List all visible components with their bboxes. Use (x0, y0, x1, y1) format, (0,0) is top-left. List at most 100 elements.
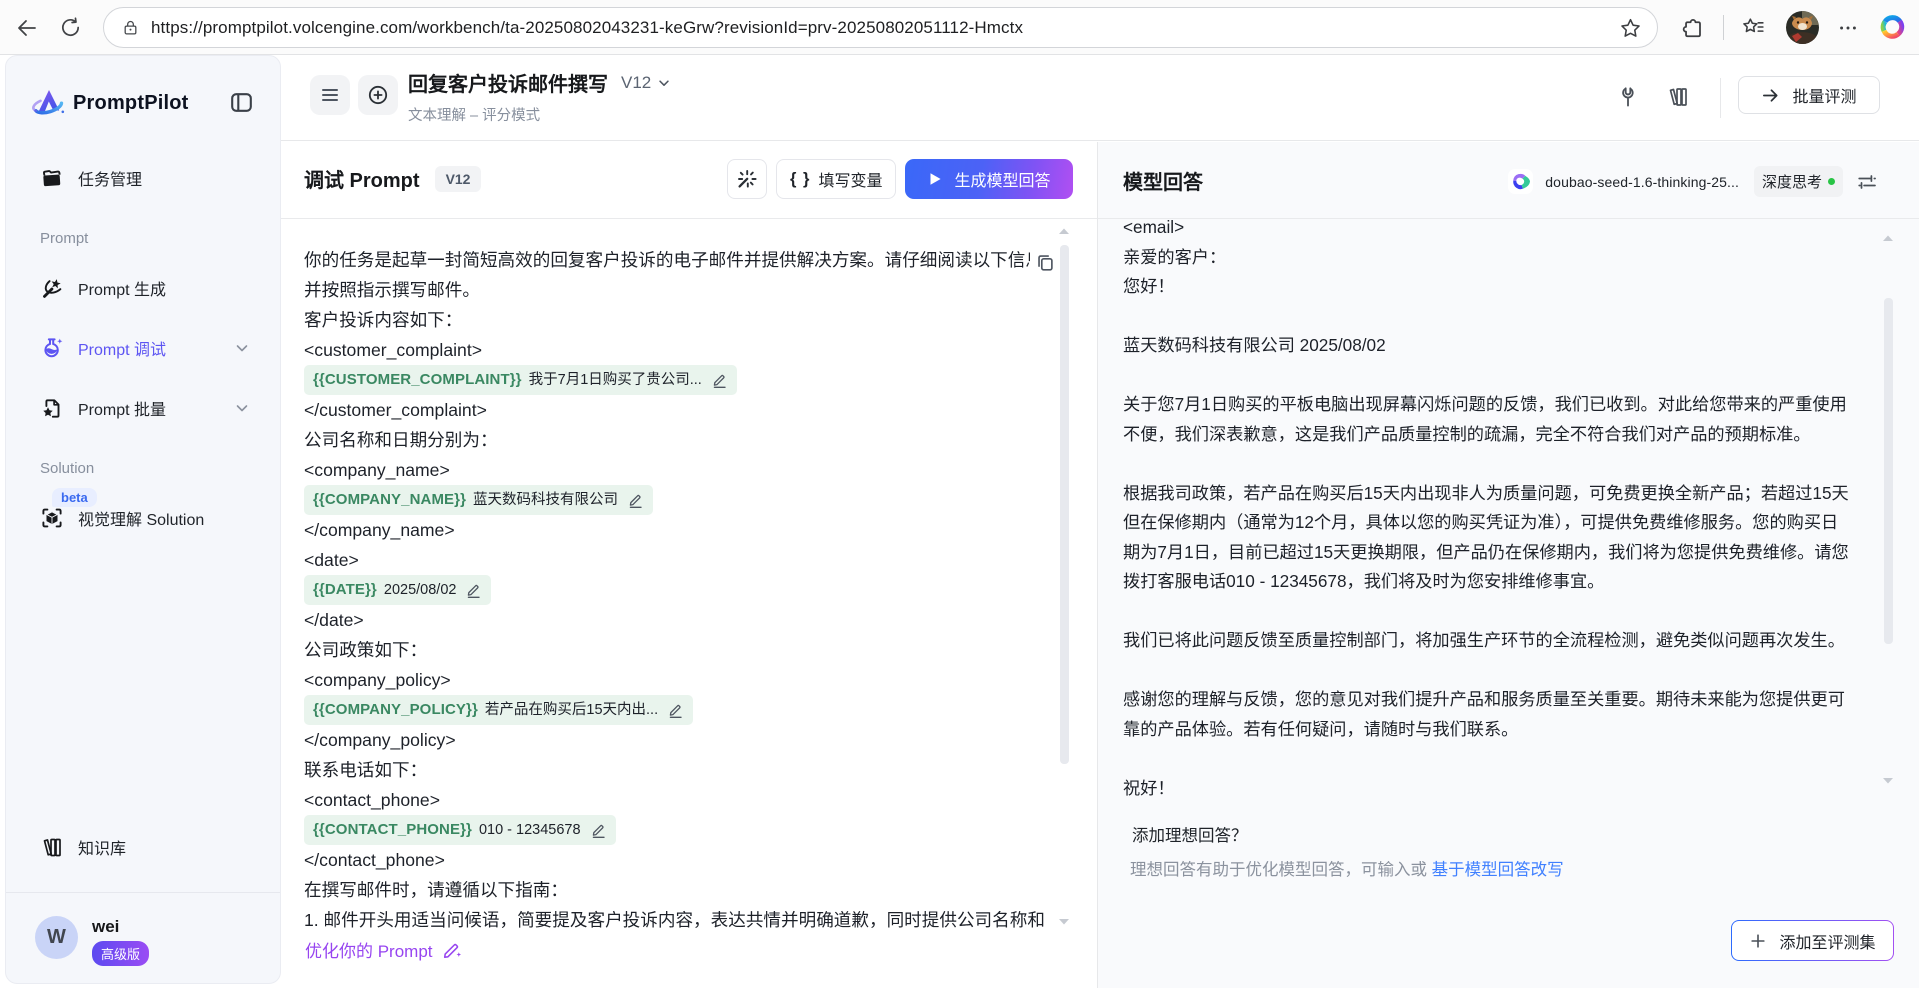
debug-scrollbar[interactable] (1060, 245, 1069, 764)
profile-avatar[interactable] (1786, 11, 1819, 44)
sidebar-item-prompt-generate[interactable]: Prompt 生成 (22, 264, 266, 312)
model-settings-button[interactable] (1856, 171, 1878, 193)
model-answer-content[interactable]: <email>亲爱的客户：您好！ 蓝天数码科技有限公司 2025/08/02 关… (1098, 220, 1919, 796)
browser-menu-button[interactable] (1828, 0, 1868, 55)
arrow-right-icon (1761, 86, 1780, 105)
optimize-prompt-button[interactable] (727, 159, 767, 199)
user-name: wei (92, 917, 149, 937)
model-panel-title: 模型回答 (1123, 166, 1203, 195)
prompt-variable-line: {{CUSTOMER_COMPLAINT}}我于7月1日购买了贵公司... (304, 365, 1094, 395)
user-avatar: W (35, 916, 78, 959)
debug-panel-header: 调试 Prompt V12 { } 填写变量 生成模型回答 (281, 142, 1097, 219)
variable-pill[interactable]: {{COMPANY_POLICY}}若产品在购买后15天内出... (304, 695, 693, 725)
browser-toolbar: https://promptpilot.volcengine.com/workb… (0, 0, 1919, 55)
knowledge-button[interactable] (1666, 85, 1690, 109)
answer-line: 关于您7月1日购买的平板电脑出现屏幕闪烁问题的反馈，我们已收到。对此给您带来的严… (1123, 390, 1913, 420)
prompt-line: <customer_complaint> (304, 335, 1094, 365)
deep-think-badge[interactable]: 深度思考 (1754, 166, 1843, 197)
edit-variable-button[interactable] (667, 702, 684, 719)
reload-button[interactable] (50, 0, 90, 55)
extensions-button[interactable] (1672, 0, 1712, 55)
scroll-up-icon[interactable] (1882, 234, 1894, 242)
copilot-button[interactable] (1872, 0, 1912, 55)
edit-pencil-icon (711, 372, 728, 389)
brand-name: PromptPilot (73, 92, 189, 115)
answer-line: 但在保修期内（通常为12个月，具体以您的购买凭证为准），可提供免费维修服务。您的… (1123, 508, 1913, 538)
doubao-logo (1508, 169, 1533, 194)
promptpilot-logo (31, 87, 67, 121)
answer-line: <email> (1123, 220, 1913, 243)
favorites-button[interactable] (1733, 0, 1773, 55)
variable-pill[interactable]: {{CUSTOMER_COMPLAINT}}我于7月1日购买了贵公司... (304, 365, 737, 395)
variable-value: 2025/08/02 (384, 575, 457, 605)
prompt-line: 1. 邮件开头用适当问候语，简要提及客户投诉内容，表达共情并明确道歉，同时提供公… (304, 905, 1094, 935)
variable-pill[interactable]: {{CONTACT_PHONE}}010 - 12345678 (304, 815, 616, 845)
address-bar[interactable]: https://promptpilot.volcengine.com/workb… (103, 7, 1658, 48)
add-to-eval-set-label: 添加至评测集 (1779, 929, 1875, 953)
prompt-line: <contact_phone> (304, 785, 1094, 815)
prompt-line: </company_policy> (304, 725, 1094, 755)
hamburger-icon (320, 85, 340, 105)
variable-pill[interactable]: {{DATE}}2025/08/02 (304, 575, 491, 605)
ideal-answer-section: 添加理想回答？ 理想回答有助于优化模型回答，可输入或 基于模型回答改写 添加至评… (1098, 796, 1919, 988)
sidebar-item-task-management[interactable]: 任务管理 (22, 154, 266, 202)
tools-button[interactable] (1616, 85, 1640, 109)
plus-icon (1749, 932, 1767, 950)
sidebar-item-prompt-debug[interactable]: Prompt 调试 (22, 324, 266, 372)
user-profile[interactable]: W wei 高级版 (35, 916, 149, 966)
sidebar-item-vision-solution[interactable]: 视觉理解 Solution (22, 494, 266, 542)
copilot-icon (1879, 14, 1906, 41)
sidebar-item-label: 任务管理 (78, 166, 142, 190)
back-button[interactable] (7, 0, 47, 55)
rewrite-from-answer-link[interactable]: 基于模型回答改写 (1432, 861, 1564, 879)
prompt-variable-line: {{COMPANY_NAME}}蓝天数码科技有限公司 (304, 485, 1094, 515)
generate-answer-button[interactable]: 生成模型回答 (905, 159, 1073, 199)
model-name[interactable]: doubao-seed-1.6-thinking-25... (1545, 174, 1739, 190)
edit-variable-button[interactable] (627, 492, 644, 509)
generate-answer-label: 生成模型回答 (954, 167, 1050, 191)
sidebar-item-label: 知识库 (78, 835, 126, 859)
bookmark-star-icon (1618, 16, 1643, 41)
version-selector[interactable]: V12 (621, 73, 651, 93)
edit-variable-button[interactable] (465, 582, 482, 599)
prompt-editor[interactable]: 你的任务是起草一封简短高效的回复客户投诉的电子邮件并提供解决方案。请仔细阅读以下… (281, 220, 1097, 936)
sidebar-item-label: 视觉理解 Solution (78, 506, 204, 530)
prompt-line: <company_name> (304, 455, 1094, 485)
answer-scrollbar[interactable] (1884, 298, 1893, 644)
scroll-down-icon[interactable] (1058, 918, 1070, 926)
sidebar-item-knowledge-base[interactable]: 知识库 (22, 823, 266, 871)
bookmark-button[interactable] (1618, 16, 1643, 41)
answer-line: 不便，我们深表歉意，这是我们产品质量控制的疏漏，完全不符合我们对产品的预期标准。 (1123, 420, 1913, 450)
task-title-block: 回复客户投诉邮件撰写 V12 文本理解 – 评分模式 (408, 68, 671, 125)
edit-variable-button[interactable] (711, 372, 728, 389)
menu-button[interactable] (310, 75, 350, 115)
answer-line (1123, 361, 1913, 391)
answer-line: 靠的产品体验。若有任何疑问，请随时与我们联系。 (1123, 715, 1913, 745)
user-meta: wei 高级版 (92, 916, 149, 966)
optimize-prompt-link[interactable]: 优化你的 Prompt (305, 937, 462, 962)
variable-name: {{CUSTOMER_COMPLAINT}} (313, 365, 522, 395)
workbench-panels: 调试 Prompt V12 { } 填写变量 生成模型回答 你的任务是起草一封简… (281, 142, 1919, 988)
edit-pencil-icon (590, 822, 607, 839)
sidebar-item-prompt-batch[interactable]: Prompt 批量 (22, 384, 266, 432)
answer-line: 亲爱的客户： (1123, 243, 1913, 273)
scroll-up-icon[interactable] (1058, 227, 1070, 235)
add-to-eval-set-button[interactable]: 添加至评测集 (1731, 920, 1894, 961)
sidebar-collapse-button[interactable] (231, 93, 252, 112)
url-text: https://promptpilot.volcengine.com/workb… (151, 18, 1657, 38)
edit-variable-button[interactable] (590, 822, 607, 839)
model-panel-header: 模型回答 doubao-seed-1.6-thinking-25... 深度思考 (1098, 142, 1919, 219)
answer-line (1123, 597, 1913, 627)
variable-pill[interactable]: {{COMPANY_NAME}}蓝天数码科技有限公司 (304, 485, 653, 515)
folder-icon (40, 166, 64, 191)
document-star-icon (40, 396, 64, 421)
prompt-line: 在撰写邮件时，请遵循以下指南： (304, 875, 1094, 905)
reload-icon (59, 16, 82, 39)
prompt-line: </date> (304, 605, 1094, 635)
batch-eval-button[interactable]: 批量评测 (1738, 76, 1880, 114)
ellipsis-icon (1837, 17, 1859, 39)
new-task-button[interactable] (358, 75, 398, 115)
fill-variables-button[interactable]: { } 填写变量 (776, 159, 896, 199)
scroll-down-icon[interactable] (1882, 777, 1894, 785)
main-area: 回复客户投诉邮件撰写 V12 文本理解 – 评分模式 批量评测 调试 Promp (281, 55, 1919, 988)
